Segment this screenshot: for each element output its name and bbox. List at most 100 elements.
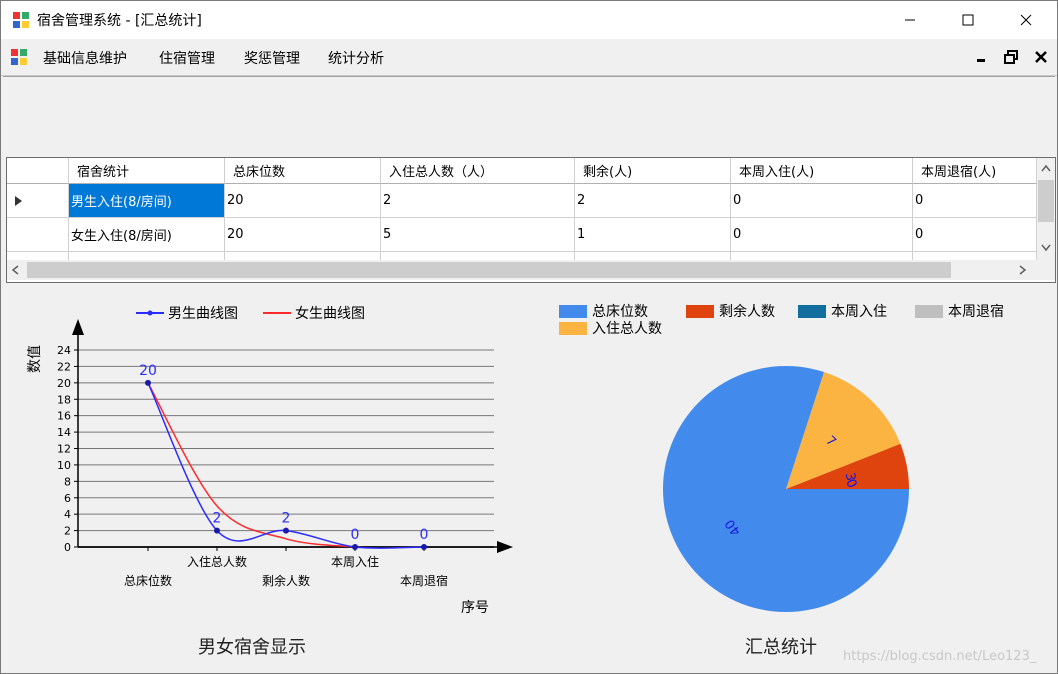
table-cell[interactable] (731, 252, 913, 260)
minimize-button[interactable] (887, 1, 933, 39)
legend-label: 男生曲线图 (168, 306, 238, 322)
data-point (145, 379, 151, 386)
x-tick-label: 剩余人数 (262, 573, 310, 588)
title-bar: 宿舍管理系统 - [汇总统计] (1, 1, 1057, 39)
mdi-child-icon[interactable] (11, 49, 27, 65)
app-window: 宿舍管理系统 - [汇总统计] 基础信息维护 住宿管理 奖惩管理 统计分析 宿舍… (0, 0, 1058, 674)
x-axis-arrow (497, 541, 513, 553)
table-cell[interactable]: 男生入住(8/房间) (69, 184, 225, 218)
table-cell[interactable] (69, 252, 225, 260)
table-cell[interactable]: 20 (225, 218, 381, 252)
data-point (421, 544, 427, 550)
data-label: 2 (282, 511, 291, 527)
row-header[interactable] (7, 218, 69, 252)
table-cell[interactable]: 2 (575, 184, 731, 218)
y-tick-label: 16 (57, 410, 71, 423)
stats-grid[interactable]: 宿舍统计 总床位数 入住总人数（人） 剩余(人) 本周入住(人) 本周退宿(人)… (6, 157, 1056, 283)
table-cell[interactable] (381, 252, 575, 260)
table-cell[interactable]: 5 (381, 218, 575, 252)
table-cell[interactable]: 20 (225, 184, 381, 218)
mdi-minimize-button[interactable] (971, 48, 991, 66)
data-point (283, 527, 289, 534)
col-header-week-checkout[interactable]: 本周退宿(人) (913, 158, 1037, 184)
y-tick-label: 2 (64, 525, 71, 538)
row-header-selected[interactable] (7, 184, 69, 218)
current-row-arrow-icon (15, 195, 22, 206)
col-header-dorm-stats[interactable]: 宿舍统计 (69, 158, 225, 184)
mdi-close-button[interactable] (1031, 48, 1051, 66)
table-cell[interactable] (913, 252, 1037, 260)
close-button[interactable] (1003, 1, 1049, 39)
x-tick-label: 本周入住 (331, 555, 379, 569)
table-cell[interactable] (225, 252, 381, 260)
table-cell[interactable]: 0 (913, 218, 1037, 252)
scroll-left-icon[interactable] (11, 265, 19, 275)
data-label: 0 (351, 527, 360, 543)
pie-chart: 总床位数 剩余人数 本周入住 本周退宿入住总人数300740 (559, 303, 1004, 612)
col-header-remaining[interactable]: 剩余(人) (575, 158, 731, 184)
grid-corner-header[interactable] (7, 158, 69, 184)
line-chart: 024681012141618202224总床位数入住总人数剩余人数本周入住本周… (27, 305, 513, 616)
menu-rewards-penalties[interactable]: 奖惩管理 (244, 48, 300, 68)
table-cell[interactable]: 2 (381, 184, 575, 218)
maximize-icon (962, 14, 974, 26)
y-tick-label: 24 (57, 344, 71, 357)
y-tick-label: 10 (57, 459, 71, 472)
scroll-down-icon[interactable] (1041, 244, 1051, 252)
data-label: 2 (213, 511, 222, 527)
watermark: https://blog.csdn.net/Leo123_ (843, 649, 1037, 664)
scroll-up-icon[interactable] (1041, 164, 1051, 172)
x-tick-label: 入住总人数 (187, 554, 247, 569)
scroll-right-icon[interactable] (1019, 265, 1027, 275)
y-tick-label: 20 (57, 377, 71, 390)
data-label: 20 (139, 363, 157, 379)
row-header[interactable] (7, 252, 69, 260)
legend-swatch (686, 305, 714, 318)
legend-marker (147, 310, 153, 316)
menu-accommodation[interactable]: 住宿管理 (159, 48, 215, 68)
close-icon (1020, 14, 1032, 26)
legend-label: 本周退宿 (948, 303, 1004, 320)
legend-swatch (559, 305, 587, 318)
y-tick-label: 8 (64, 475, 71, 488)
mdi-restore-button[interactable] (1001, 48, 1021, 66)
horizontal-scrollbar[interactable] (7, 260, 1055, 280)
y-axis-title: 数值 (27, 345, 43, 373)
table-cell[interactable]: 0 (731, 184, 913, 218)
legend-label: 入住总人数 (592, 321, 662, 337)
minimize-icon (977, 59, 985, 62)
horizontal-scroll-thumb[interactable] (27, 262, 951, 278)
table-cell[interactable]: 女生入住(8/房间) (69, 218, 225, 252)
content-divider (3, 76, 1055, 77)
menu-statistics[interactable]: 统计分析 (328, 48, 384, 68)
y-tick-label: 0 (64, 541, 71, 554)
table-cell[interactable]: 0 (731, 218, 913, 252)
window-title: 宿舍管理系统 - [汇总统计] (37, 13, 202, 29)
y-tick-label: 6 (64, 492, 71, 505)
app-icon (13, 12, 29, 28)
y-tick-label: 18 (57, 393, 71, 406)
col-header-total-occupants[interactable]: 入住总人数（人） (381, 158, 575, 184)
legend-swatch (559, 322, 587, 335)
restore-icon (1004, 50, 1018, 64)
vertical-scrollbar[interactable] (1037, 158, 1055, 260)
table-cell[interactable]: 0 (913, 184, 1037, 218)
data-label: 0 (420, 527, 429, 543)
maximize-button[interactable] (945, 1, 991, 39)
col-header-total-beds[interactable]: 总床位数 (225, 158, 381, 184)
y-tick-label: 14 (57, 426, 71, 439)
table-cell[interactable] (575, 252, 731, 260)
col-header-week-checkin[interactable]: 本周入住(人) (731, 158, 913, 184)
menu-basic-info[interactable]: 基础信息维护 (43, 48, 127, 68)
menu-bar: 基础信息维护 住宿管理 奖惩管理 统计分析 (1, 39, 1057, 76)
vertical-scroll-thumb[interactable] (1038, 180, 1054, 222)
legend-label: 剩余人数 (719, 303, 775, 320)
pie-chart-title: 汇总统计 (745, 637, 817, 658)
legend-swatch (915, 305, 943, 318)
minimize-icon (905, 19, 915, 21)
data-point (214, 527, 220, 534)
y-tick-label: 12 (57, 443, 71, 456)
table-cell[interactable]: 1 (575, 218, 731, 252)
legend-label: 女生曲线图 (295, 305, 365, 322)
y-tick-label: 22 (57, 360, 71, 373)
